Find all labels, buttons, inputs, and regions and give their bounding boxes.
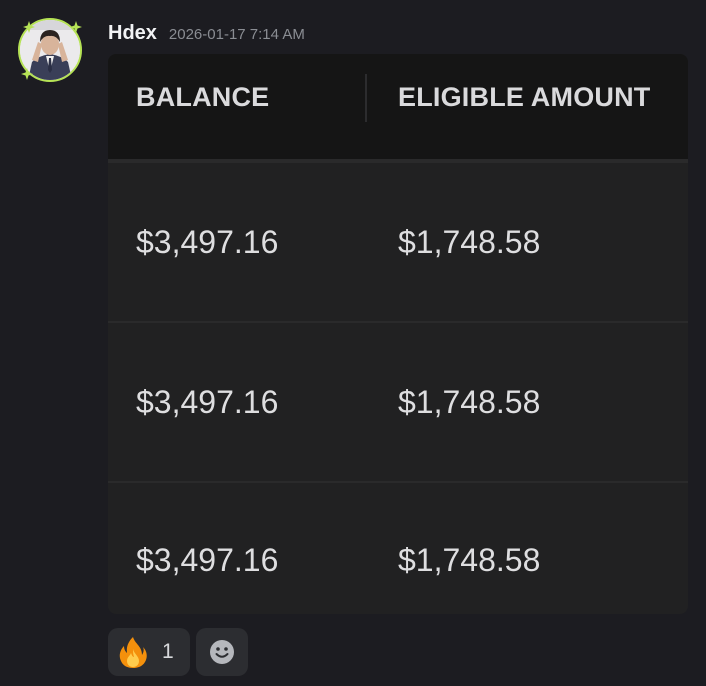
reaction-count: 1 (162, 640, 174, 663)
table-cell-balance: $3,497.16 (136, 542, 279, 578)
message-header: Hdex 2026-01-17 7:14 AM (108, 22, 305, 46)
table-cell-balance: $3,497.16 (136, 224, 279, 260)
column-header-eligible-amount: ELIGIBLE AMOUNT (398, 82, 651, 112)
sparkle-icon (21, 68, 33, 80)
table-cell-eligible-amount: $1,748.58 (398, 224, 541, 260)
sparkle-icon (23, 21, 35, 33)
add-reaction-button[interactable] (196, 628, 248, 676)
add-reaction-icon (210, 640, 234, 664)
reaction-fire[interactable]: 1 (108, 628, 190, 676)
table-row: $3,497.16 $1,748.58 (108, 481, 688, 614)
username[interactable]: Hdex (108, 22, 157, 45)
column-divider (365, 74, 367, 122)
table-cell-balance: $3,497.16 (136, 384, 279, 420)
table-row: $3,497.16 $1,748.58 (108, 323, 688, 483)
chat-message: Hdex 2026-01-17 7:14 AM BALANCE ELIGIBLE… (0, 0, 706, 686)
table-cell-eligible-amount: $1,748.58 (398, 542, 541, 578)
column-header-balance: BALANCE (136, 82, 270, 112)
table-cell-eligible-amount: $1,748.58 (398, 384, 541, 420)
sparkle-icon (70, 21, 82, 33)
reaction-bar: 1 (108, 628, 248, 676)
data-table: BALANCE ELIGIBLE AMOUNT $3,497.16 $1,748… (108, 54, 688, 614)
fire-emoji-icon (119, 637, 147, 668)
table-row: $3,497.16 $1,748.58 (108, 163, 688, 323)
timestamp[interactable]: 2026-01-17 7:14 AM (169, 26, 305, 43)
table-header-row: BALANCE ELIGIBLE AMOUNT (108, 54, 688, 159)
avatar[interactable] (18, 18, 82, 82)
